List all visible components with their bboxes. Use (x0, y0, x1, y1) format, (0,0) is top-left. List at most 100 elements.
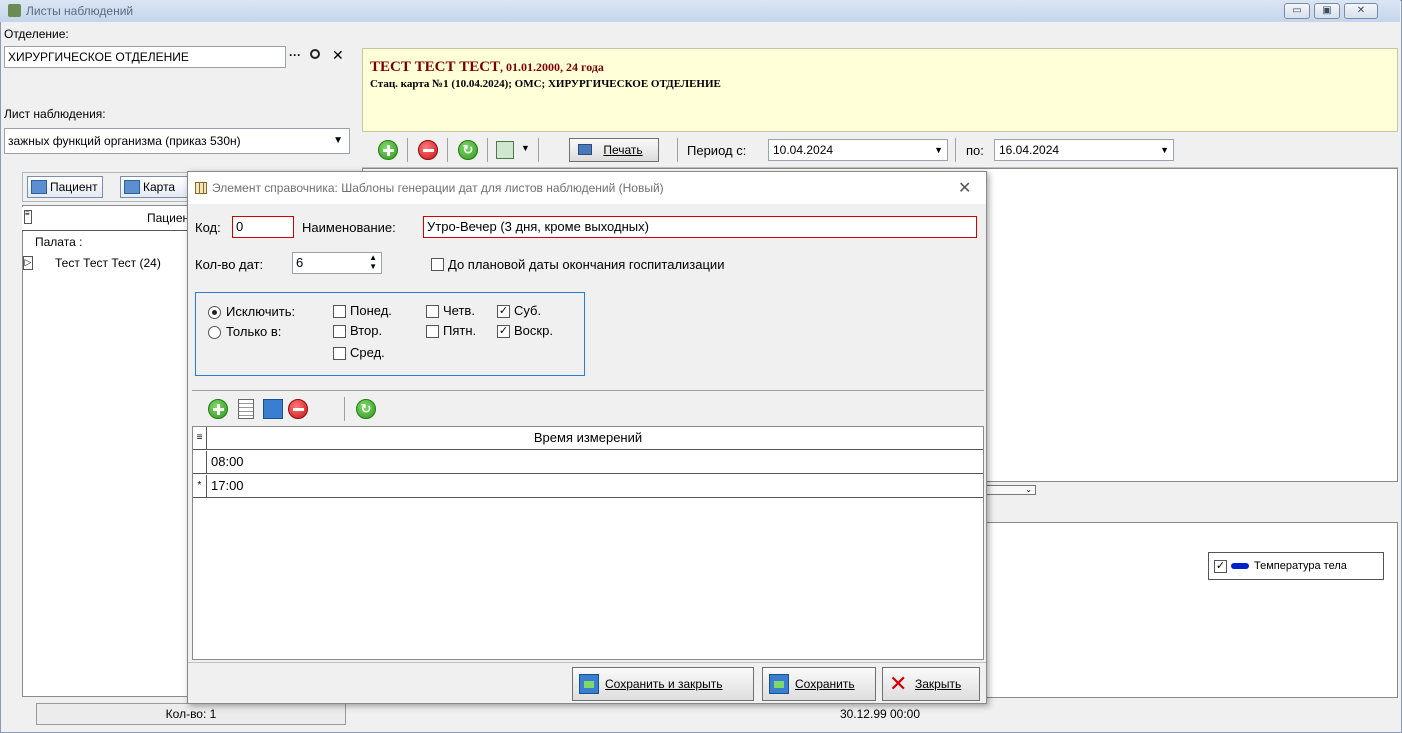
grid-menu-icon[interactable]: ≡ (193, 427, 207, 449)
sheet-select-value: зажных функций организма (приказ 530н) (8, 134, 241, 148)
edit-row-icon[interactable] (238, 399, 254, 419)
copy-icon[interactable] (496, 141, 514, 159)
grid-menu-icon[interactable]: ≡ (24, 210, 32, 224)
patient-name: ТЕСТ ТЕСТ ТЕСТ (370, 59, 501, 75)
department-field[interactable]: ХИРУРГИЧЕСКОЕ ОТДЕЛЕНИЕ (4, 46, 286, 68)
time-cell[interactable]: 08:00 (211, 454, 244, 469)
label-wed: Сред. (350, 345, 385, 360)
stepper-arrows-icon[interactable]: ▲ ▼ (369, 253, 377, 271)
row-indicator (193, 451, 207, 473)
checkbox-tue[interactable] (333, 325, 346, 338)
save-row-icon[interactable] (263, 399, 283, 419)
name-label: Наименование: (302, 220, 396, 235)
until-discharge-checkbox[interactable] (431, 258, 444, 271)
maximize-button[interactable]: ▣ (1314, 3, 1340, 19)
chevron-down-icon: ▼ (333, 135, 343, 146)
row-indicator-icon: ▷ (23, 256, 33, 270)
series-marker-icon (1231, 563, 1249, 569)
period-to-select[interactable]: 16.04.2024 ▼ (994, 139, 1174, 161)
refresh-icon[interactable]: ↻ (458, 140, 478, 160)
patient-header-line: ТЕСТ ТЕСТ ТЕСТ, 01.01.2000, 24 года (370, 59, 604, 76)
checkbox-sat[interactable]: ✓ (497, 305, 510, 318)
patient-row[interactable]: Тест Тест Тест (24) (55, 256, 161, 270)
label-fri: Пятн. (443, 323, 477, 338)
copy-dropdown-icon[interactable]: ▼ (521, 143, 530, 153)
code-label: Код: (195, 220, 221, 235)
radio-exclude[interactable] (208, 306, 221, 319)
period-from-value: 10.04.2024 (773, 143, 834, 157)
select-department-icon[interactable]: ··· (289, 48, 301, 62)
patient-card-info: Стац. карта №1 (10.04.2024); ОМС; ХИРУРГ… (370, 78, 721, 90)
new-row-indicator: * (193, 475, 207, 497)
splitter-collapse-button[interactable]: ⌄ (984, 485, 1036, 495)
close-icon[interactable]: ✕ (958, 178, 971, 198)
tab-patient-label: Пациент (50, 180, 98, 194)
table-row[interactable]: 08:00 (193, 451, 983, 474)
app-icon (8, 4, 21, 17)
column-time[interactable]: Время измерений (534, 430, 642, 445)
dates-count-value: 6 (296, 255, 304, 270)
name-input[interactable]: Утро-Вечер (3 дня, кроме выходных) (423, 216, 977, 238)
divider (487, 138, 488, 162)
clear-icon[interactable]: ✕ (332, 47, 344, 64)
tab-card[interactable]: Карта (120, 176, 190, 198)
tab-patient[interactable]: Пациент (27, 176, 103, 198)
checkbox-thu[interactable] (426, 305, 439, 318)
patient-count: Кол-во: 1 (36, 703, 346, 725)
delete-row-icon[interactable] (288, 399, 308, 419)
chevron-down-icon: ▼ (934, 145, 943, 155)
print-button-label: Печать (603, 143, 643, 157)
save-and-close-button[interactable]: Сохранить и закрыть (572, 667, 754, 701)
catalog-icon (195, 182, 207, 194)
main-titlebar (0, 0, 1400, 22)
dates-count-label: Кол-во дат: (195, 257, 264, 272)
radio-only-label: Только в: (226, 324, 282, 339)
grid-group-label: Палата : (35, 235, 83, 249)
checkbox-mon[interactable] (333, 305, 346, 318)
close-window-button[interactable]: ✕ (1344, 3, 1378, 19)
close-label: Закрыть (915, 677, 962, 691)
refresh-rows-icon[interactable]: ↻ (356, 399, 376, 419)
time-cell[interactable]: 17:00 (211, 478, 244, 493)
print-button[interactable]: Печать (569, 138, 659, 162)
until-discharge-label: До плановой даты окончания госпитализаци… (448, 257, 725, 272)
chart-legend[interactable]: ✓ Температура тела (1208, 552, 1384, 580)
period-from-select[interactable]: 10.04.2024 ▼ (768, 139, 948, 161)
save-button[interactable]: Сохранить (762, 667, 876, 701)
patient-details: , 01.01.2000, 24 года (500, 60, 604, 74)
dialog-divider (192, 390, 984, 391)
checkbox-fri[interactable] (426, 325, 439, 338)
minimize-button[interactable]: ▭ (1284, 3, 1310, 19)
close-button[interactable]: ✕ Закрыть (882, 667, 980, 701)
delete-icon[interactable] (418, 140, 438, 160)
period-to-value: 16.04.2024 (999, 143, 1060, 157)
card-icon (124, 180, 140, 194)
times-grid-header: ≡ Время измерений (193, 427, 983, 450)
radio-only[interactable] (208, 326, 221, 339)
chevron-down-icon: ▼ (1160, 145, 1169, 155)
legend-checkbox[interactable]: ✓ (1214, 560, 1227, 573)
printer-icon (578, 144, 592, 155)
sheet-select[interactable]: зажных функций организма (приказ 530н) ▼ (4, 128, 350, 154)
dates-count-stepper[interactable]: 6 ▲ ▼ (292, 252, 382, 274)
label-sun: Воскр. (514, 323, 553, 338)
close-icon: ✕ (889, 671, 908, 696)
search-icon[interactable] (310, 49, 320, 59)
label-tue: Втор. (350, 323, 383, 338)
checkbox-sun[interactable]: ✓ (497, 325, 510, 338)
window-title: Листы наблюдений (26, 4, 134, 18)
code-input[interactable]: 0 (232, 216, 294, 238)
department-label: Отделение: (4, 27, 69, 41)
save-icon (769, 674, 789, 694)
patient-icon (31, 180, 47, 194)
divider (955, 138, 956, 162)
save-icon (579, 674, 599, 694)
label-sat: Суб. (514, 303, 542, 318)
divider (407, 138, 408, 162)
chevron-down-icon: ⌄ (1025, 485, 1032, 494)
divider (447, 138, 448, 162)
checkbox-wed[interactable] (333, 347, 346, 360)
add-icon[interactable] (378, 140, 398, 160)
add-row-icon[interactable] (208, 399, 228, 419)
table-row[interactable]: * 17:00 (193, 475, 983, 498)
